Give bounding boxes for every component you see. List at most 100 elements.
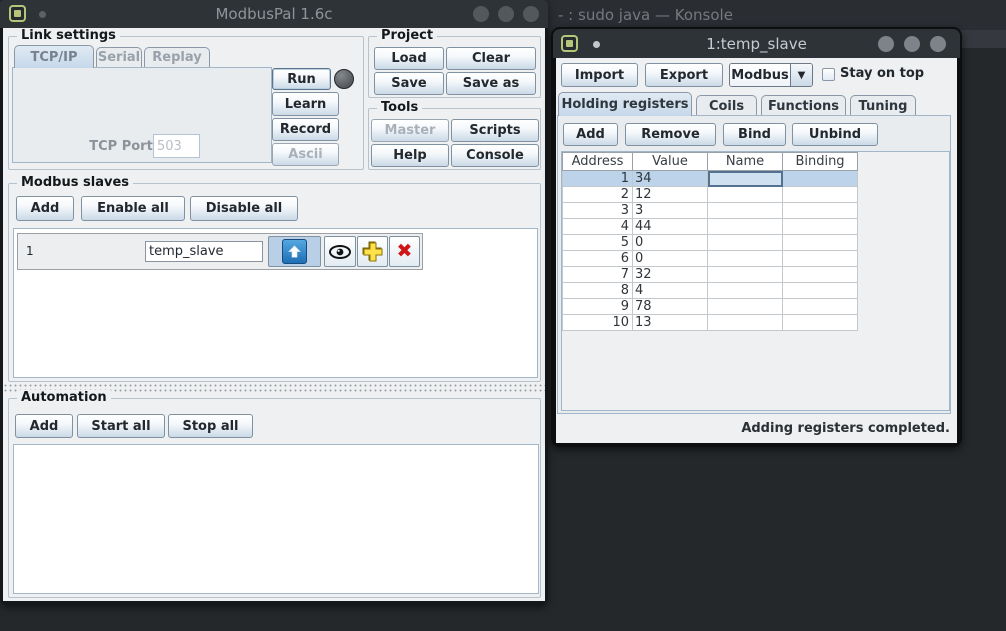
table-row[interactable]: 134	[563, 171, 858, 187]
modbuspal-titlebar[interactable]: ModbusPal 1.6c	[0, 0, 548, 28]
clear-button[interactable]: Clear	[446, 47, 536, 70]
cell-cn[interactable]	[708, 283, 783, 299]
load-button[interactable]: Load	[374, 47, 444, 70]
cell-cn[interactable]	[708, 315, 783, 331]
column-header-binding[interactable]: Binding	[782, 152, 858, 171]
table-row[interactable]: 1013	[563, 315, 858, 331]
cell-ca[interactable]: 7	[563, 267, 633, 283]
column-header-value[interactable]: Value	[632, 152, 708, 171]
cell-cn[interactable]	[708, 235, 783, 251]
cell-cv[interactable]: 13	[633, 315, 708, 331]
temp-slave-titlebar[interactable]: 1:temp_slave	[553, 29, 960, 58]
stay-on-top-checkbox[interactable]	[822, 68, 835, 81]
table-row[interactable]: 978	[563, 299, 858, 315]
cell-cb[interactable]	[783, 203, 858, 219]
add-automation-list-button[interactable]: Add	[15, 414, 73, 438]
disable-all-button[interactable]: Disable all	[190, 196, 298, 221]
cell-ca[interactable]: 4	[563, 219, 633, 235]
cell-cv[interactable]: 4	[633, 283, 708, 299]
tab-replay[interactable]: Replay	[144, 47, 210, 67]
ascii-button[interactable]: Ascii	[272, 143, 339, 166]
add-slave-button[interactable]: Add	[16, 196, 74, 221]
cell-ca[interactable]: 8	[563, 283, 633, 299]
cell-cb[interactable]	[783, 315, 858, 331]
cell-cb[interactable]	[783, 235, 858, 251]
scripts-button[interactable]: Scripts	[451, 119, 539, 142]
maximize-button[interactable]	[904, 36, 920, 52]
table-row[interactable]: 444	[563, 219, 858, 235]
cell-cv[interactable]: 78	[633, 299, 708, 315]
column-header-name[interactable]: Name	[707, 152, 783, 171]
start-all-button[interactable]: Start all	[77, 414, 165, 438]
cell-cn[interactable]	[708, 267, 783, 283]
tab-coils[interactable]: Coils	[696, 95, 757, 116]
import-button[interactable]: Import	[561, 63, 638, 87]
cell-cn[interactable]	[708, 251, 783, 267]
table-row[interactable]: 33	[563, 203, 858, 219]
master-button[interactable]: Master	[371, 119, 449, 142]
minimize-button[interactable]	[878, 36, 894, 52]
add-automation-button[interactable]	[357, 236, 388, 267]
cell-cb[interactable]	[783, 171, 858, 187]
tab-functions[interactable]: Functions	[761, 95, 846, 116]
table-row[interactable]: 84	[563, 283, 858, 299]
cell-ca[interactable]: 1	[563, 171, 633, 187]
minimize-button[interactable]	[473, 6, 489, 22]
cell-cv[interactable]: 3	[633, 203, 708, 219]
column-header-address[interactable]: Address	[562, 152, 633, 171]
help-button[interactable]: Help	[371, 144, 449, 167]
cell-ca[interactable]: 3	[563, 203, 633, 219]
cell-ca[interactable]: 9	[563, 299, 633, 315]
chevron-down-icon[interactable]: ▼	[790, 64, 812, 86]
cell-cv[interactable]: 0	[633, 235, 708, 251]
learn-button[interactable]: Learn	[272, 92, 339, 116]
cell-cv[interactable]: 32	[633, 267, 708, 283]
tab-tuning[interactable]: Tuning	[850, 95, 916, 116]
table-row[interactable]: 50	[563, 235, 858, 251]
add-register-button[interactable]: Add	[563, 123, 618, 146]
table-row[interactable]: 732	[563, 267, 858, 283]
cell-cb[interactable]	[783, 251, 858, 267]
tab-tcpip[interactable]: TCP/IP	[14, 45, 94, 68]
console-button[interactable]: Console	[451, 144, 539, 167]
cell-cn[interactable]	[708, 187, 783, 203]
cell-cn[interactable]	[708, 203, 783, 219]
cell-cn[interactable]	[708, 171, 783, 187]
mode-combobox[interactable]: Modbus ▼	[729, 63, 813, 87]
cell-ca[interactable]: 6	[563, 251, 633, 267]
record-button[interactable]: Record	[272, 118, 339, 141]
slave-name-field[interactable]	[145, 241, 263, 262]
delete-slave-button[interactable]: ✖	[389, 236, 420, 267]
slave-row[interactable]: 1	[17, 233, 423, 270]
cell-cv[interactable]: 44	[633, 219, 708, 235]
close-button[interactable]	[930, 36, 946, 52]
cell-cb[interactable]	[783, 299, 858, 315]
export-button[interactable]: Export	[645, 63, 723, 87]
run-button[interactable]: Run	[272, 68, 331, 90]
unbind-button[interactable]: Unbind	[792, 123, 878, 146]
enable-all-button[interactable]: Enable all	[81, 196, 185, 221]
cell-ca[interactable]: 5	[563, 235, 633, 251]
remove-register-button[interactable]: Remove	[625, 123, 716, 146]
cell-cv[interactable]: 12	[633, 187, 708, 203]
tab-serial[interactable]: Serial	[96, 47, 142, 67]
tcp-port-field[interactable]	[153, 134, 200, 158]
cell-cb[interactable]	[783, 267, 858, 283]
table-row[interactable]: 60	[563, 251, 858, 267]
cell-cb[interactable]	[783, 187, 858, 203]
save-as-button[interactable]: Save as	[446, 72, 536, 95]
bind-button[interactable]: Bind	[723, 123, 786, 146]
maximize-button[interactable]	[498, 6, 514, 22]
slave-enable-toggle[interactable]	[268, 236, 321, 267]
cell-cv[interactable]: 34	[633, 171, 708, 187]
cell-cv[interactable]: 0	[633, 251, 708, 267]
stay-on-top-label[interactable]: Stay on top	[840, 66, 924, 81]
cell-cn[interactable]	[708, 219, 783, 235]
cell-ca[interactable]: 2	[563, 187, 633, 203]
cell-cn[interactable]	[708, 299, 783, 315]
stop-all-button[interactable]: Stop all	[168, 414, 253, 438]
view-slave-button[interactable]	[324, 236, 356, 267]
save-button[interactable]: Save	[374, 72, 444, 95]
close-button[interactable]	[523, 6, 539, 22]
konsole-titlebar[interactable]: - : sudo java — Konsole	[548, 0, 1006, 30]
